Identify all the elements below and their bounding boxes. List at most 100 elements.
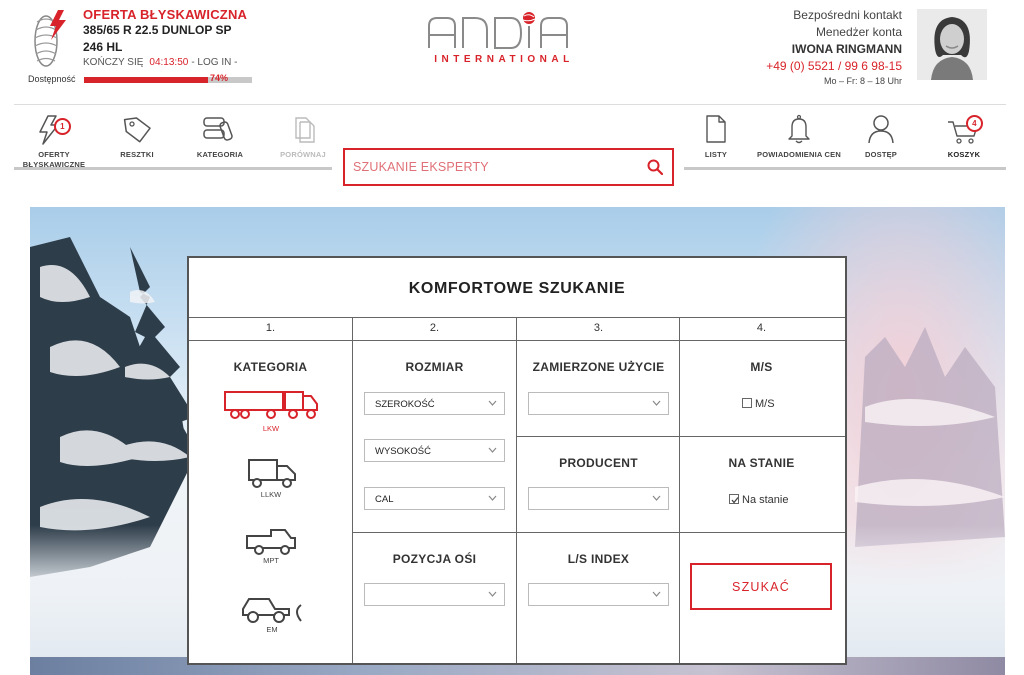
light-truck-icon: [248, 459, 296, 488]
nav-label: RESZTKI: [120, 150, 154, 159]
contact-hours: Mo – Fr: 8 – 18 Uhr: [823, 76, 902, 86]
grid-line: [352, 532, 845, 533]
lightning-icon: 1: [34, 112, 74, 146]
nav-compare[interactable]: PORÓWNAJ: [263, 112, 343, 160]
availability-fill: [84, 77, 209, 83]
step-4: 4.: [756, 322, 767, 334]
manufacturer-heading: PRODUCENT: [559, 456, 638, 470]
grid-line: [189, 317, 845, 318]
nav-label: KATEGORIA: [196, 150, 244, 159]
availability-percent: 74%: [210, 73, 229, 83]
step-3: 3.: [593, 322, 604, 334]
header-divider: [14, 104, 1006, 105]
nav-lists[interactable]: LISTY: [676, 112, 756, 160]
bell-icon: [782, 112, 816, 146]
vehicle-mpt[interactable]: MPT: [241, 526, 301, 565]
width-select[interactable]: SZEROKOŚĆ: [364, 392, 505, 415]
in-stock-checkbox[interactable]: Na stanie: [729, 494, 788, 506]
login-link[interactable]: - LOG IN -: [191, 57, 237, 68]
vehicle-label: LLKW: [260, 490, 282, 499]
vehicle-label: LKW: [262, 424, 280, 433]
nav-flash-offers[interactable]: 1 OFERTY BŁYSKAWICZNE: [14, 112, 94, 170]
grid-line: [189, 340, 845, 341]
nav-underline-left: [14, 167, 332, 170]
logo-subtitle: INTERNATIONAL: [434, 54, 574, 65]
vehicle-llkw[interactable]: LLKW: [241, 456, 301, 499]
ms-heading: M/S: [750, 360, 773, 374]
search-submit-button[interactable]: SZUKAĆ: [690, 563, 832, 610]
nav-remnants[interactable]: RESZTKI: [97, 112, 177, 160]
nav-label: DOSTĘP: [864, 150, 898, 159]
chevron-down-icon: [488, 447, 497, 453]
ls-index-heading: L/S INDEX: [567, 552, 630, 566]
chevron-down-icon: [488, 591, 497, 597]
flash-offer[interactable]: OFERTA BŁYSKAWICZNA 385/65 R 22.5 DUNLOP…: [28, 6, 268, 86]
chevron-down-icon: [488, 400, 497, 406]
document-icon: [699, 112, 733, 146]
andia-logo[interactable]: INTERNATIONAL: [423, 8, 583, 68]
pickup-icon: [246, 529, 296, 555]
checkbox-box[interactable]: [742, 398, 752, 408]
contact-line2: Menedżer konta: [815, 25, 902, 39]
ms-checkbox[interactable]: M/S: [742, 398, 775, 410]
step-2: 2.: [429, 322, 440, 334]
cart-icon: 4: [944, 112, 984, 146]
in-stock-checkbox-label: Na stanie: [742, 494, 789, 506]
nav-label: PORÓWNAJ: [280, 150, 326, 159]
ends-label: KOŃCZY SIĘ: [83, 57, 144, 68]
flash-badge: 1: [54, 118, 71, 135]
search-icon[interactable]: [647, 159, 663, 175]
vehicle-label: EM: [266, 625, 278, 634]
checkbox-checked[interactable]: [729, 494, 739, 504]
flash-product-line1[interactable]: 385/65 R 22.5 DUNLOP SP: [83, 23, 232, 37]
chevron-down-icon: [488, 495, 497, 501]
nav-price-alerts[interactable]: POWIADOMIENIA CEN: [749, 112, 849, 160]
inch-value: CAL: [375, 494, 394, 505]
contact-phone[interactable]: +49 (0) 5521 / 99 6 98-15: [766, 58, 902, 75]
vehicle-em[interactable]: EM: [239, 593, 305, 634]
earthmover-icon: [242, 598, 302, 623]
availability-label: Dostępność: [28, 74, 76, 84]
tire-lightning-icon: [34, 10, 66, 67]
contact-name: IWONA RINGMANN: [791, 42, 902, 56]
countdown-timer: 04:13:50: [149, 57, 189, 68]
height-select[interactable]: WYSOKOŚĆ: [364, 439, 505, 462]
flash-title: OFERTA BŁYSKAWICZNA: [83, 7, 248, 22]
contact-line1: Bezpośredni kontakt: [793, 8, 902, 22]
step-1: 1.: [265, 322, 276, 334]
manufacturer-select[interactable]: [528, 487, 669, 510]
tag-icon: [120, 112, 154, 146]
chevron-down-icon: [652, 400, 661, 406]
intended-use-select[interactable]: [528, 392, 669, 415]
grid-line: [516, 436, 845, 437]
grid-line: [516, 340, 517, 663]
intended-use-heading: ZAMIERZONE UŻYCIE: [532, 360, 665, 374]
nav-category[interactable]: KATEGORIA: [180, 112, 260, 160]
nav-label: LISTY: [704, 150, 728, 159]
ls-index-select[interactable]: [528, 583, 669, 606]
logo-wordmark: [428, 12, 568, 49]
height-value: WYSOKOŚĆ: [375, 446, 431, 457]
nav-cart[interactable]: 4 KOSZYK: [924, 112, 1004, 160]
axle-position-heading: POZYCJA OŚI: [392, 552, 477, 566]
nav-label: KOSZYK: [947, 150, 981, 159]
chevron-down-icon: [652, 591, 661, 597]
inch-select[interactable]: CAL: [364, 487, 505, 510]
compare-icon: [286, 112, 320, 146]
category-heading: KATEGORIA: [233, 360, 308, 374]
flash-product-line2[interactable]: 246 HL: [83, 40, 122, 54]
axle-position-select[interactable]: [364, 583, 505, 606]
account-manager-contact: Bezpośredni kontakt Menedżer konta IWONA…: [766, 7, 902, 87]
grid-line: [679, 340, 680, 663]
vehicle-lkw[interactable]: LKW: [223, 388, 319, 433]
search-input[interactable]: [353, 158, 633, 176]
nav-access[interactable]: DOSTĘP: [841, 112, 921, 160]
chevron-down-icon: [652, 495, 661, 501]
flash-ends: KOŃCZY SIĘ 04:13:50- LOG IN -: [83, 57, 237, 68]
category-icon: [200, 112, 240, 146]
expert-search[interactable]: [343, 148, 674, 186]
width-value: SZEROKOŚĆ: [375, 399, 435, 410]
nav-label: POWIADOMIENIA CEN: [757, 150, 841, 159]
user-icon: [864, 112, 898, 146]
size-heading: ROZMIAR: [405, 360, 464, 374]
